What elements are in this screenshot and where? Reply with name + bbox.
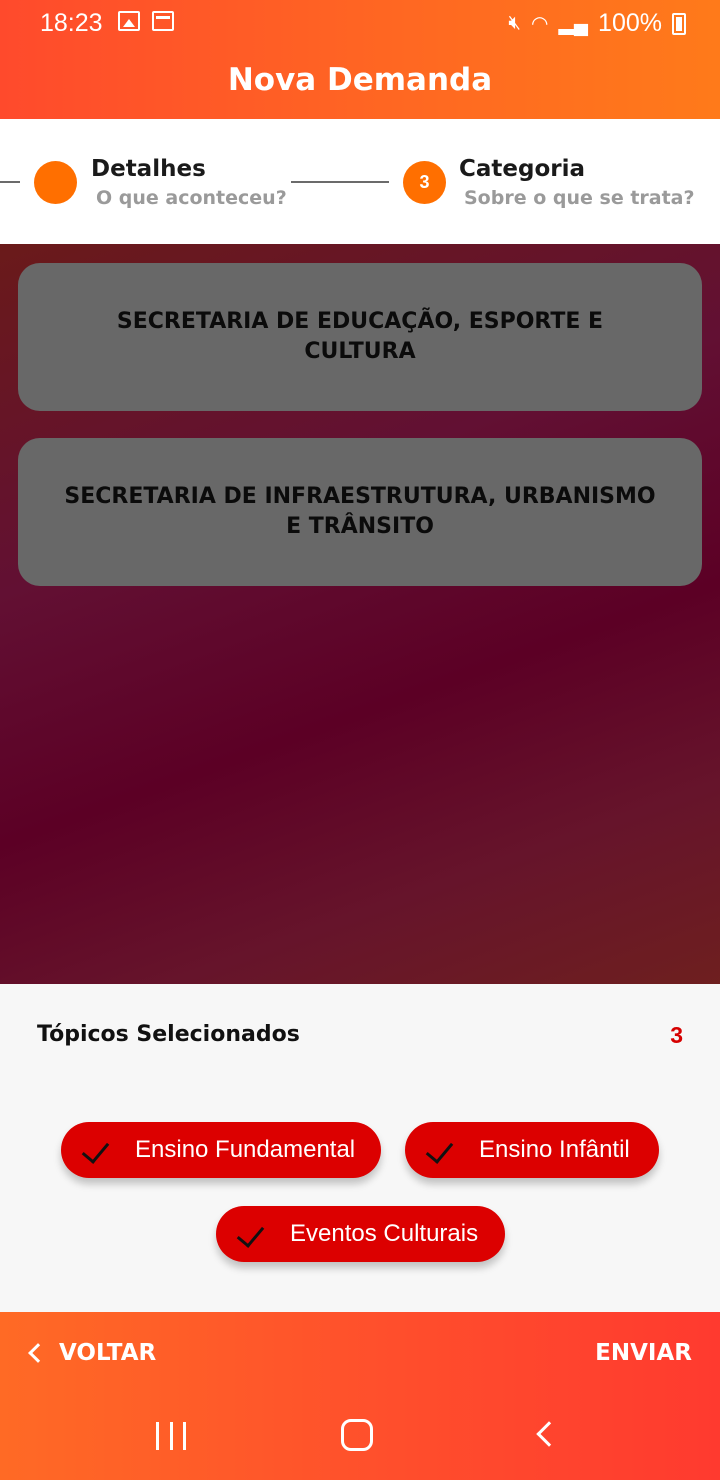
- check-icon: [238, 1219, 272, 1249]
- back-button-label: VOLTAR: [59, 1340, 157, 1366]
- step-connector: [0, 181, 20, 183]
- app-header: 18:23 🔇︎ ◠ ▂▄ 100% Nova Demanda: [0, 0, 720, 119]
- topic-chip-ensino-infantil[interactable]: Ensino Infântil: [405, 1122, 659, 1178]
- step-detalhes-indicator[interactable]: [34, 161, 77, 204]
- gallery-icon: [118, 11, 140, 31]
- status-bar: 18:23 🔇︎ ◠ ▂▄ 100%: [0, 0, 720, 46]
- category-list: SECRETARIA DE EDUCAÇÃO, ESPORTE E CULTUR…: [0, 244, 720, 984]
- stepper: Detalhes O que aconteceu? 3 Categoria So…: [0, 119, 720, 244]
- footer-bar: VOLTAR ENVIAR: [0, 1312, 720, 1480]
- selected-topics-title: Tópicos Selecionados: [37, 1022, 300, 1047]
- step-detalhes-title: Detalhes: [91, 156, 206, 182]
- step-categoria-subtitle: Sobre o que se trata?: [464, 187, 695, 209]
- home-icon[interactable]: [341, 1419, 373, 1451]
- mute-icon: 🔇︎: [508, 12, 522, 34]
- system-nav-bar: [0, 1404, 720, 1480]
- status-time: 18:23: [40, 9, 103, 37]
- step-categoria-title: Categoria: [459, 156, 586, 182]
- topic-chip-label: Ensino Infântil: [479, 1136, 630, 1163]
- page-title: Nova Demanda: [227, 62, 493, 98]
- check-icon: [83, 1135, 117, 1165]
- topic-chip-label: Ensino Fundamental: [135, 1136, 356, 1163]
- topic-chip-label: Eventos Culturais: [290, 1220, 479, 1247]
- send-button[interactable]: ENVIAR: [595, 1340, 692, 1366]
- selected-topics-panel: Tópicos Selecionados 3 Ensino Fundamenta…: [0, 984, 720, 1312]
- calendar-icon: [152, 11, 174, 31]
- back-button[interactable]: VOLTAR: [26, 1340, 156, 1366]
- category-infraestrutura-card[interactable]: SECRETARIA DE INFRAESTRUTURA, URBANISMO …: [18, 438, 702, 586]
- battery-charging-icon: [672, 12, 686, 35]
- step-detalhes-subtitle: O que aconteceu?: [96, 187, 287, 209]
- step-categoria-indicator[interactable]: 3: [403, 161, 446, 204]
- selected-topics-count: 3: [670, 1022, 683, 1048]
- wifi-icon: ◠: [531, 13, 549, 35]
- check-icon: [427, 1135, 461, 1165]
- nav-back-icon[interactable]: [536, 1421, 562, 1447]
- status-right-group: 🔇︎ ◠ ▂▄ 100%: [508, 9, 686, 38]
- step-connector: [291, 181, 389, 183]
- battery-percent: 100%: [598, 9, 662, 37]
- chevron-left-icon: [28, 1343, 48, 1363]
- recents-icon[interactable]: [156, 1422, 186, 1450]
- topic-chip-ensino-fundamental[interactable]: Ensino Fundamental: [61, 1122, 381, 1178]
- topic-chip-eventos-culturais[interactable]: Eventos Culturais: [216, 1206, 505, 1262]
- category-educacao-card[interactable]: SECRETARIA DE EDUCAÇÃO, ESPORTE E CULTUR…: [18, 263, 702, 411]
- signal-icon: ▂▄: [558, 13, 589, 35]
